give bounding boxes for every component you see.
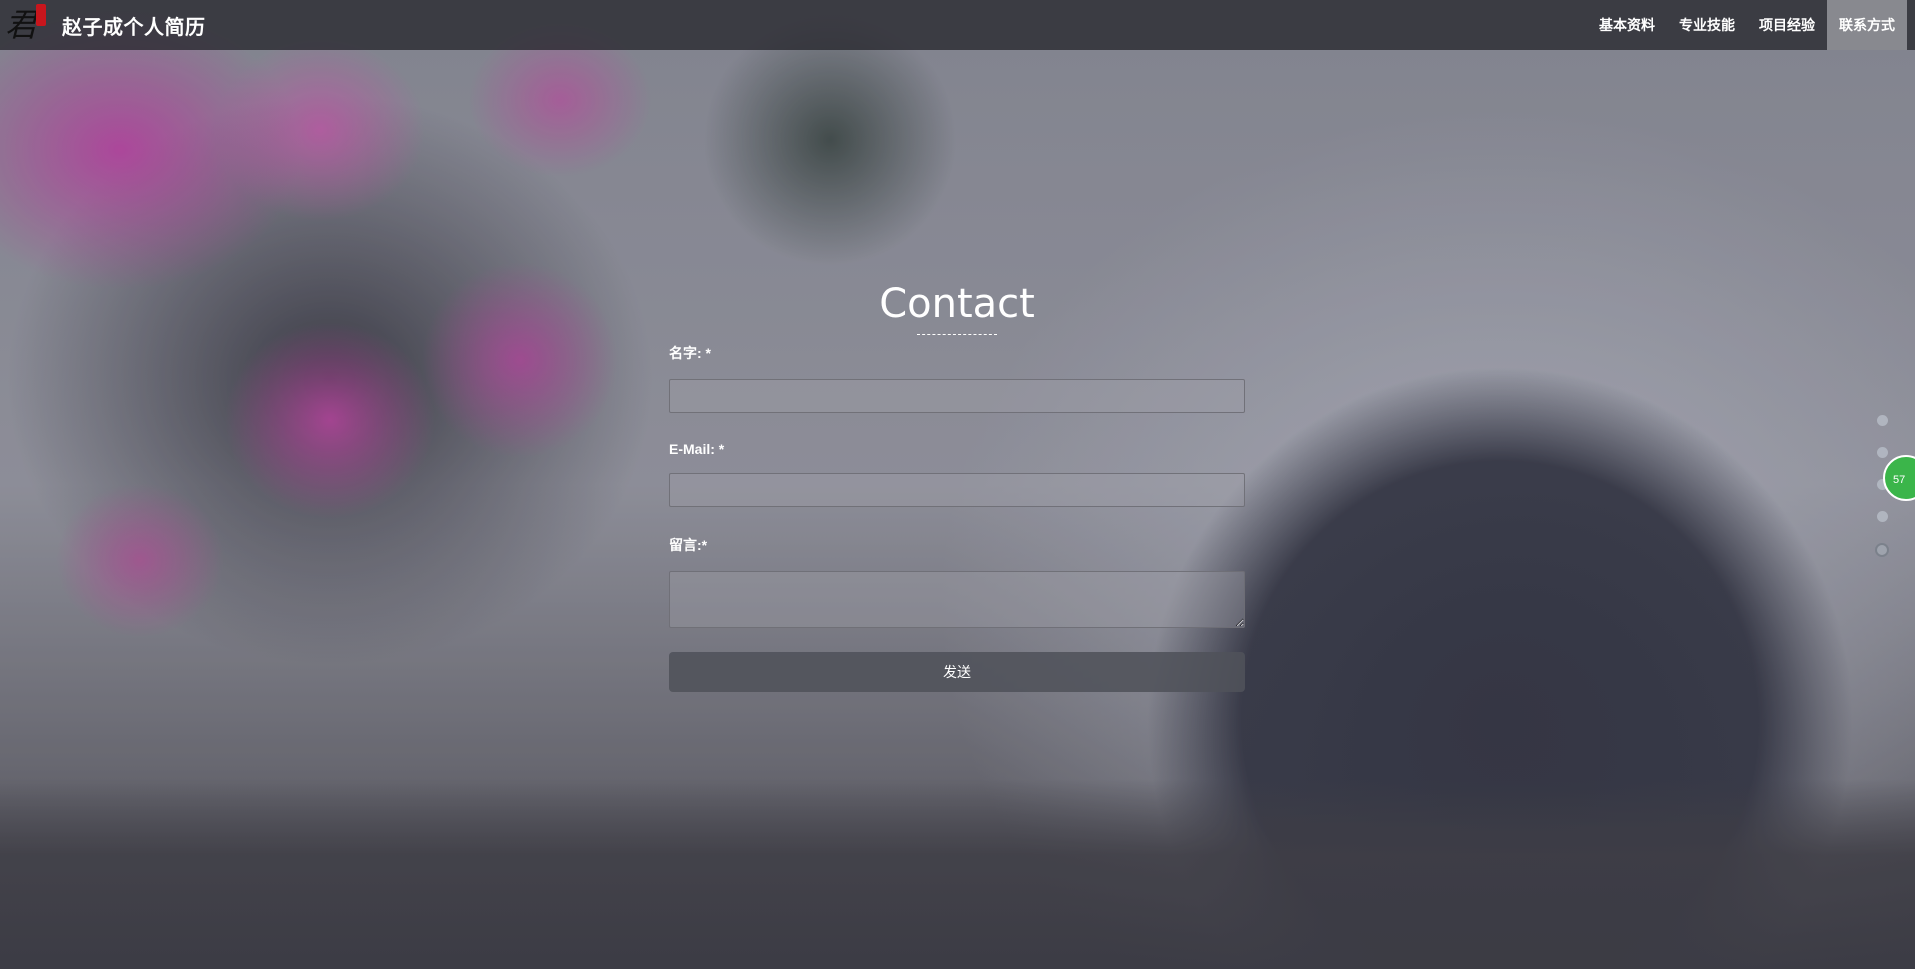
section-dots: [1875, 415, 1889, 578]
site-title[interactable]: 赵子成个人简历: [62, 11, 206, 40]
name-input[interactable]: [669, 379, 1245, 413]
nav-item-basic-info[interactable]: 基本资料: [1587, 0, 1667, 50]
send-button[interactable]: 发送: [669, 652, 1245, 692]
section-dot-1[interactable]: [1876, 415, 1888, 426]
section-dot-5[interactable]: [1875, 543, 1889, 557]
email-label: E-Mail: *: [669, 441, 725, 457]
name-label: 名字: *: [669, 345, 711, 361]
section-dot-4[interactable]: [1876, 511, 1888, 522]
contact-form: 名字: * E-Mail: * 留言:* 发送: [669, 343, 1245, 692]
title-divider: [917, 334, 997, 335]
contact-title: Contact: [879, 281, 1035, 327]
main-nav: 基本资料 专业技能 项目经验 联系方式: [1587, 0, 1907, 50]
message-textarea[interactable]: [669, 571, 1245, 628]
calligraphy-logo-icon: 君: [4, 6, 37, 44]
section-dot-2[interactable]: [1876, 447, 1888, 458]
nav-item-contact[interactable]: 联系方式: [1827, 0, 1907, 50]
contact-section: Contact 名字: * E-Mail: * 留言:* 发送: [669, 280, 1245, 692]
navbar: 君 赵子成个人简历 基本资料 专业技能 项目经验 联系方式: [0, 0, 1915, 50]
page: 君 赵子成个人简历 基本资料 专业技能 项目经验 联系方式 Contact 名字…: [0, 0, 1915, 969]
seal-icon: [36, 4, 46, 26]
message-label: 留言:*: [669, 537, 708, 553]
email-input[interactable]: [669, 473, 1245, 507]
nav-item-skills[interactable]: 专业技能: [1667, 0, 1747, 50]
nav-item-projects[interactable]: 项目经验: [1747, 0, 1827, 50]
logo[interactable]: 君: [0, 0, 50, 50]
